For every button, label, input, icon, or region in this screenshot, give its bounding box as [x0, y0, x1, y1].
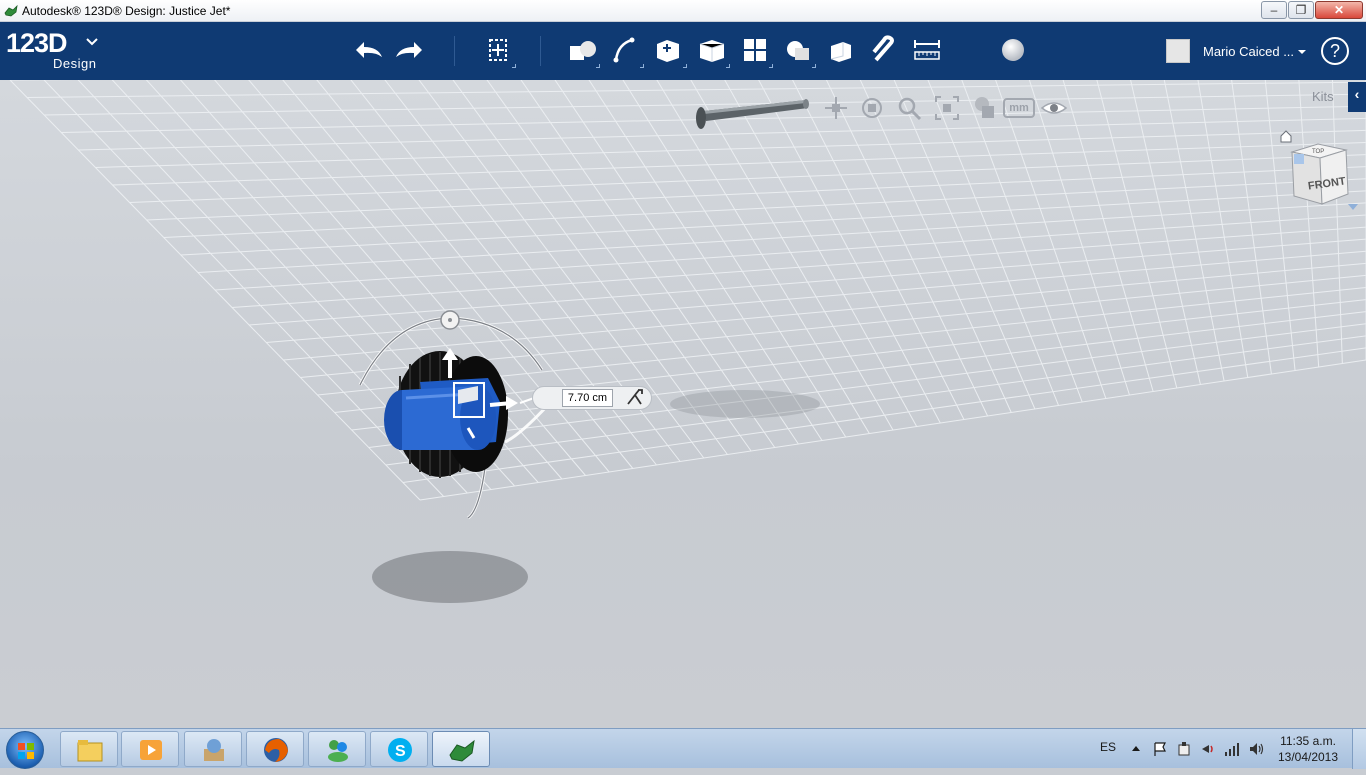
taskbar-explorer[interactable] — [60, 731, 118, 767]
sketch-button[interactable] — [606, 30, 646, 70]
dimension-input[interactable]: 7.70 cm — [562, 389, 613, 407]
show-hidden-icons-icon[interactable] — [1128, 741, 1144, 757]
app-icon — [4, 4, 18, 18]
media-player-icon — [136, 735, 166, 765]
safely-remove-hardware-icon[interactable] — [1176, 741, 1192, 757]
action-center-flag-icon[interactable] — [1152, 741, 1168, 757]
grid-line — [1230, 80, 1271, 374]
start-button[interactable] — [6, 731, 44, 769]
transform-button[interactable] — [478, 30, 518, 70]
taskbar: S ES 11:35 a.m. 13/04/2013 — [0, 728, 1366, 768]
taskbar-app-gallery[interactable] — [184, 731, 242, 767]
primitives-button[interactable] — [562, 30, 602, 70]
windows-logo-icon — [7, 732, 45, 770]
redo-icon — [390, 30, 430, 70]
units-button[interactable]: mm — [1003, 98, 1035, 118]
zoom-icon[interactable] — [895, 94, 923, 122]
messenger-icon — [323, 735, 353, 765]
123d-design-icon — [447, 735, 477, 765]
material-button[interactable] — [993, 30, 1033, 70]
close-button[interactable]: ✕ — [1315, 1, 1363, 19]
grid-line — [1332, 80, 1342, 364]
grid-line — [1264, 80, 1295, 371]
taskbar-skype[interactable]: S — [370, 731, 428, 767]
maximize-button[interactable]: ❐ — [1288, 1, 1314, 19]
skype-icon: S — [385, 735, 415, 765]
firefox-icon — [261, 735, 291, 765]
grid-line — [1129, 80, 1201, 385]
redo-button[interactable] — [390, 30, 430, 70]
avatar[interactable] — [1166, 39, 1190, 63]
undo-button[interactable] — [348, 30, 388, 70]
language-indicator[interactable]: ES — [1100, 740, 1116, 754]
snap-point-icon[interactable] — [625, 387, 645, 407]
taskbar-media-player[interactable] — [121, 731, 179, 767]
snap-icon — [864, 30, 904, 70]
viewport-canvas — [0, 80, 1366, 728]
fit-icon[interactable] — [933, 94, 961, 122]
app-logo[interactable]: 123D — [6, 28, 67, 59]
network-icon[interactable] — [1200, 741, 1216, 757]
volume-icon[interactable] — [1248, 741, 1264, 757]
view-cube-top-label: TOP — [1312, 149, 1324, 155]
chevron-down-icon[interactable] — [86, 36, 98, 46]
orbit-icon[interactable] — [858, 94, 886, 122]
modify-button[interactable] — [692, 30, 732, 70]
pan-icon[interactable] — [822, 94, 850, 122]
svg-text:S: S — [395, 743, 406, 760]
material-icon — [993, 30, 1033, 70]
close-icon: ✕ — [1316, 2, 1362, 18]
user-name[interactable]: Mario Caiced ... — [1203, 44, 1294, 59]
construct-button[interactable] — [649, 30, 689, 70]
show-desktop-button[interactable] — [1352, 729, 1366, 769]
title-bar: Autodesk® 123D® Design: Justice Jet* – ❐… — [0, 0, 1366, 22]
help-button[interactable]: ? — [1321, 37, 1349, 65]
home-icon — [1281, 131, 1291, 142]
maximize-icon: ❐ — [1289, 2, 1313, 18]
toolbar-separator — [454, 36, 455, 66]
clock-time[interactable]: 11:35 a.m. — [1276, 734, 1340, 748]
kits-label[interactable]: Kits — [1312, 89, 1334, 104]
explorer-icon — [75, 735, 105, 765]
3d-viewport[interactable]: mm Kits ‹ TOP FRONT 7.70 cm — [0, 80, 1366, 728]
taskbar-firefox[interactable] — [246, 731, 304, 767]
toolbar-separator — [540, 36, 541, 66]
chevron-down-icon[interactable] — [1297, 48, 1307, 56]
pattern-button[interactable] — [735, 30, 775, 70]
measure-button[interactable] — [907, 30, 947, 70]
clock-date[interactable]: 13/04/2013 — [1276, 750, 1340, 764]
kits-panel-toggle[interactable]: ‹ — [1348, 82, 1366, 112]
selected-gear-part — [384, 351, 508, 478]
snap-button[interactable] — [864, 30, 904, 70]
object-shadow — [372, 551, 528, 603]
signal-strength-icon[interactable] — [1224, 741, 1240, 757]
combine-button[interactable] — [821, 30, 861, 70]
window-title: Autodesk® 123D® Design: Justice Jet* — [22, 4, 230, 18]
measure-icon — [907, 30, 947, 70]
taskbar-123d-design[interactable] — [432, 731, 490, 767]
grid-line — [1061, 80, 1153, 392]
minimize-button[interactable]: – — [1261, 1, 1287, 19]
undo-icon — [348, 30, 388, 70]
app-gallery-icon — [199, 735, 229, 765]
grid-line — [1027, 80, 1130, 395]
app-logo-subtitle: Design — [53, 56, 96, 71]
object-shadow — [670, 390, 820, 418]
ground-grid — [10, 80, 1366, 500]
chevron-down-icon — [1348, 204, 1358, 210]
main-toolbar: 123D Design — [0, 22, 1366, 80]
taskbar-messenger[interactable] — [308, 731, 366, 767]
group-button[interactable] — [778, 30, 818, 70]
combine-icon — [821, 30, 861, 70]
chevron-left-icon: ‹ — [1348, 86, 1366, 102]
minimize-icon: – — [1262, 2, 1286, 18]
grid-line — [1197, 80, 1248, 378]
visibility-icon[interactable] — [1040, 94, 1068, 122]
grid-line — [1163, 80, 1225, 381]
grid-line — [1298, 80, 1319, 367]
view-cube[interactable]: TOP FRONT — [1280, 130, 1362, 220]
view-style-icon[interactable] — [970, 94, 998, 122]
